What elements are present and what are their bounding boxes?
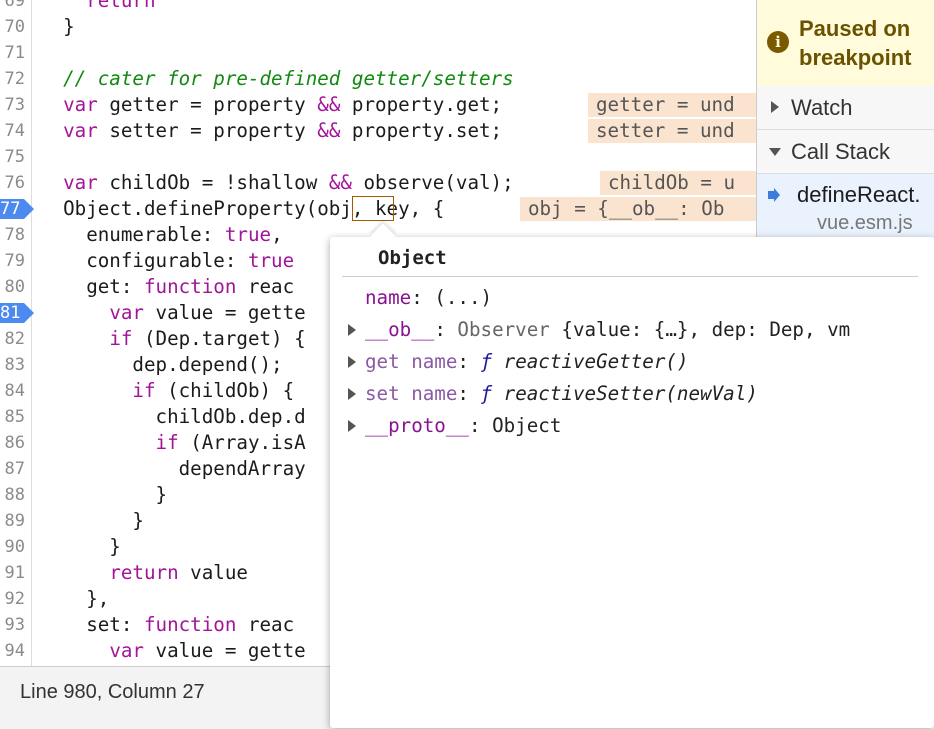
paused-banner: i Paused on breakpoint <box>757 0 934 87</box>
expand-triangle-icon[interactable] <box>348 420 356 432</box>
property-key: __proto__ <box>365 414 469 437</box>
object-property-row: name: (...) <box>365 286 493 309</box>
code-line[interactable]: } <box>40 14 75 40</box>
popover-title: Object <box>378 247 447 269</box>
line-number[interactable]: 72 <box>0 66 25 92</box>
code-line[interactable]: enumerable: true, <box>40 222 282 248</box>
object-property-row[interactable]: set name: ƒ reactiveSetter(newVal) <box>365 379 758 409</box>
popover-divider <box>342 276 918 277</box>
watch-label: Watch <box>791 95 853 120</box>
breakpoint-line-number[interactable]: 77 <box>0 199 34 219</box>
status-bar: Line 980, Column 27 <box>0 666 330 729</box>
line-number[interactable]: 79 <box>0 248 25 274</box>
watch-pane-header[interactable]: Watch <box>757 86 934 130</box>
line-number[interactable]: 76 <box>0 170 25 196</box>
expand-icon <box>771 101 779 113</box>
code-line[interactable]: }, <box>40 586 109 612</box>
collapse-icon <box>769 148 781 156</box>
cursor-position: Line 980, Column 27 <box>20 681 205 703</box>
inline-value-setter: setter = und <box>588 119 756 143</box>
current-frame-arrow-icon <box>768 188 780 202</box>
code-line[interactable]: configurable: true <box>40 248 294 274</box>
line-number[interactable]: 82 <box>0 326 25 352</box>
inline-value-childob: childOb = u <box>600 171 756 195</box>
hovered-token-obj[interactable] <box>352 196 394 221</box>
call-stack-file: vue.esm.js <box>817 212 913 234</box>
property-value: ƒ reactiveSetter(newVal) <box>480 382 758 405</box>
line-number[interactable]: 94 <box>0 638 25 664</box>
call-stack-function: defineReact. <box>797 182 921 207</box>
line-number[interactable]: 80 <box>0 274 25 300</box>
code-line[interactable]: // cater for pre-defined getter/setters <box>40 66 514 92</box>
line-number[interactable]: 75 <box>0 144 25 170</box>
code-line[interactable]: } <box>40 508 144 534</box>
code-line[interactable]: if (childOb) { <box>40 378 294 404</box>
call-stack-label: Call Stack <box>791 139 891 164</box>
object-preview-popover: Object name: (...) __ob__: Observer {valu… <box>330 223 934 728</box>
code-line[interactable]: } <box>40 482 168 508</box>
line-number[interactable]: 93 <box>0 612 25 638</box>
line-number[interactable]: 86 <box>0 430 25 456</box>
inline-value-getter: getter = und <box>588 93 756 117</box>
line-number[interactable]: 88 <box>0 482 25 508</box>
line-number[interactable]: 87 <box>0 456 25 482</box>
line-number-gutter[interactable]: 69 70 71 72 73 74 75 76 77 78 79 80 81 82 83 84 85 86 87 88… <box>0 0 34 666</box>
code-line[interactable]: get: function reac <box>40 274 294 300</box>
property-value: Observer {value: {…}, dep: Dep, vm <box>457 318 851 341</box>
line-number[interactable]: 90 <box>0 534 25 560</box>
line-number[interactable]: 78 <box>0 222 25 248</box>
call-stack-pane-header[interactable]: Call Stack <box>757 130 934 174</box>
line-number[interactable]: 92 <box>0 586 25 612</box>
line-number[interactable]: 84 <box>0 378 25 404</box>
code-line[interactable]: return value <box>40 560 248 586</box>
line-number[interactable]: 70 <box>0 14 25 40</box>
property-value: Object <box>492 414 562 437</box>
object-property-row[interactable]: __ob__: Observer {value: {…}, dep: Dep, … <box>365 315 850 345</box>
paused-text: Paused on breakpoint <box>799 16 912 70</box>
inline-value-obj: obj = {__ob__: Ob <box>520 197 756 221</box>
expand-triangle-icon[interactable] <box>348 388 356 400</box>
code-line[interactable]: dependArray <box>40 456 306 482</box>
object-property-row[interactable]: get name: ƒ reactiveGetter() <box>365 347 689 377</box>
property-key: set name <box>365 382 458 405</box>
code-line[interactable]: return <box>40 0 155 14</box>
line-number[interactable]: 91 <box>0 560 25 586</box>
expand-triangle-icon[interactable] <box>348 324 356 336</box>
code-line[interactable]: var value = gette <box>40 300 305 326</box>
code-line[interactable]: childOb.dep.d <box>40 404 306 430</box>
property-key: get name <box>365 350 458 373</box>
line-number[interactable]: 69 <box>0 0 25 14</box>
line-number[interactable]: 89 <box>0 508 25 534</box>
line-number[interactable]: 85 <box>0 404 25 430</box>
code-line[interactable]: dep.depend(); <box>40 352 282 378</box>
code-line[interactable]: set: function reac <box>40 612 294 638</box>
code-line[interactable]: } <box>40 534 121 560</box>
line-number[interactable]: 71 <box>0 40 25 66</box>
property-key: __ob__ <box>365 318 435 341</box>
line-number[interactable]: 83 <box>0 352 25 378</box>
code-line[interactable]: var value = gette <box>40 638 305 664</box>
call-stack-frame[interactable]: defineReact. vue.esm.js <box>757 174 934 240</box>
line-number[interactable]: 74 <box>0 118 25 144</box>
code-line[interactable]: if (Array.isA <box>40 430 306 456</box>
line-number[interactable]: 73 <box>0 92 25 118</box>
property-value: (...) <box>434 286 493 309</box>
code-line[interactable]: var setter = property && property.set; <box>40 118 502 144</box>
property-value: ƒ reactiveGetter() <box>480 350 689 373</box>
breakpoint-line-number[interactable]: 81 <box>0 303 34 323</box>
code-line[interactable]: var childOb = !shallow && observe(val); <box>40 170 514 196</box>
property-key: name <box>365 286 412 309</box>
object-property-row[interactable]: __proto__: Object <box>365 411 561 441</box>
code-line[interactable]: if (Dep.target) { <box>40 326 305 352</box>
info-icon: i <box>767 31 789 53</box>
expand-triangle-icon[interactable] <box>348 356 356 368</box>
code-line[interactable]: var getter = property && property.get; <box>40 92 502 118</box>
